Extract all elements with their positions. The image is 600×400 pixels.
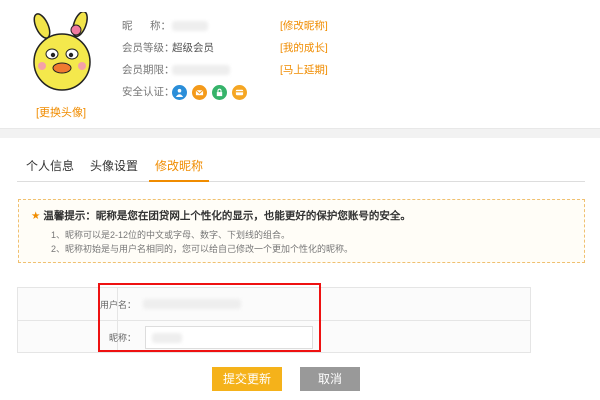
change-avatar-link[interactable]: [更换头像] [36, 104, 86, 120]
lock-icon[interactable] [212, 84, 227, 100]
star-icon: ★ [31, 210, 41, 222]
nickname-value-blurred [172, 21, 208, 31]
auth-row: 安全认证： [122, 84, 252, 100]
tab-avatar-settings[interactable]: 头像设置 [89, 152, 139, 182]
expiry-label: 会员期限： [122, 64, 175, 76]
notice-title-text: 温馨提示：昵称是您在团贷网上个性化的显示，也能更好的保护您账号的安全。 [43, 210, 411, 222]
extend-link[interactable]: [马上延期] [280, 62, 328, 78]
profile-header: [更换头像] 昵 称： [修改昵称] 会员等级： 超级会员 [我的成长] 会员期… [0, 0, 600, 128]
level-label: 会员等级： [122, 42, 175, 54]
level-value: 超级会员 [172, 42, 214, 54]
notice-line-2: 2、昵称初始是与用户名相同的，您可以给自己修改一个更加个性化的昵称。 [51, 244, 354, 254]
level-row: 会员等级： 超级会员 [122, 40, 214, 56]
user-icon[interactable] [172, 84, 187, 100]
highlight-box [98, 283, 321, 352]
submit-update-button[interactable]: 提交更新 [212, 367, 282, 391]
notice-title: ★ 温馨提示：昵称是您在团贷网上个性化的显示，也能更好的保护您账号的安全。 [31, 208, 411, 223]
mail-icon[interactable] [192, 84, 207, 100]
avatar[interactable] [28, 10, 98, 96]
auth-label: 安全认证： [122, 86, 175, 98]
tab-bar: 个人信息 头像设置 修改昵称 [17, 152, 585, 182]
tab-edit-nickname[interactable]: 修改昵称 [149, 152, 209, 182]
expiry-row: 会员期限： [122, 62, 230, 78]
notice-box: ★ 温馨提示：昵称是您在团贷网上个性化的显示，也能更好的保护您账号的安全。 1、昵… [18, 199, 585, 263]
nickname-label: 昵 称： [122, 20, 172, 32]
cancel-button[interactable]: 取消 [300, 367, 360, 391]
card-icon[interactable] [232, 84, 247, 100]
my-growth-link[interactable]: [我的成长] [280, 40, 328, 56]
expiry-value-blurred [172, 65, 230, 75]
edit-nickname-link[interactable]: [修改昵称] [280, 18, 328, 34]
section-divider [0, 128, 600, 138]
nickname-row: 昵 称： [122, 18, 208, 34]
tab-personal-info[interactable]: 个人信息 [25, 152, 75, 182]
notice-line-1: 1、昵称可以是2-12位的中文或字母、数字、下划线的组合。 [51, 230, 291, 240]
